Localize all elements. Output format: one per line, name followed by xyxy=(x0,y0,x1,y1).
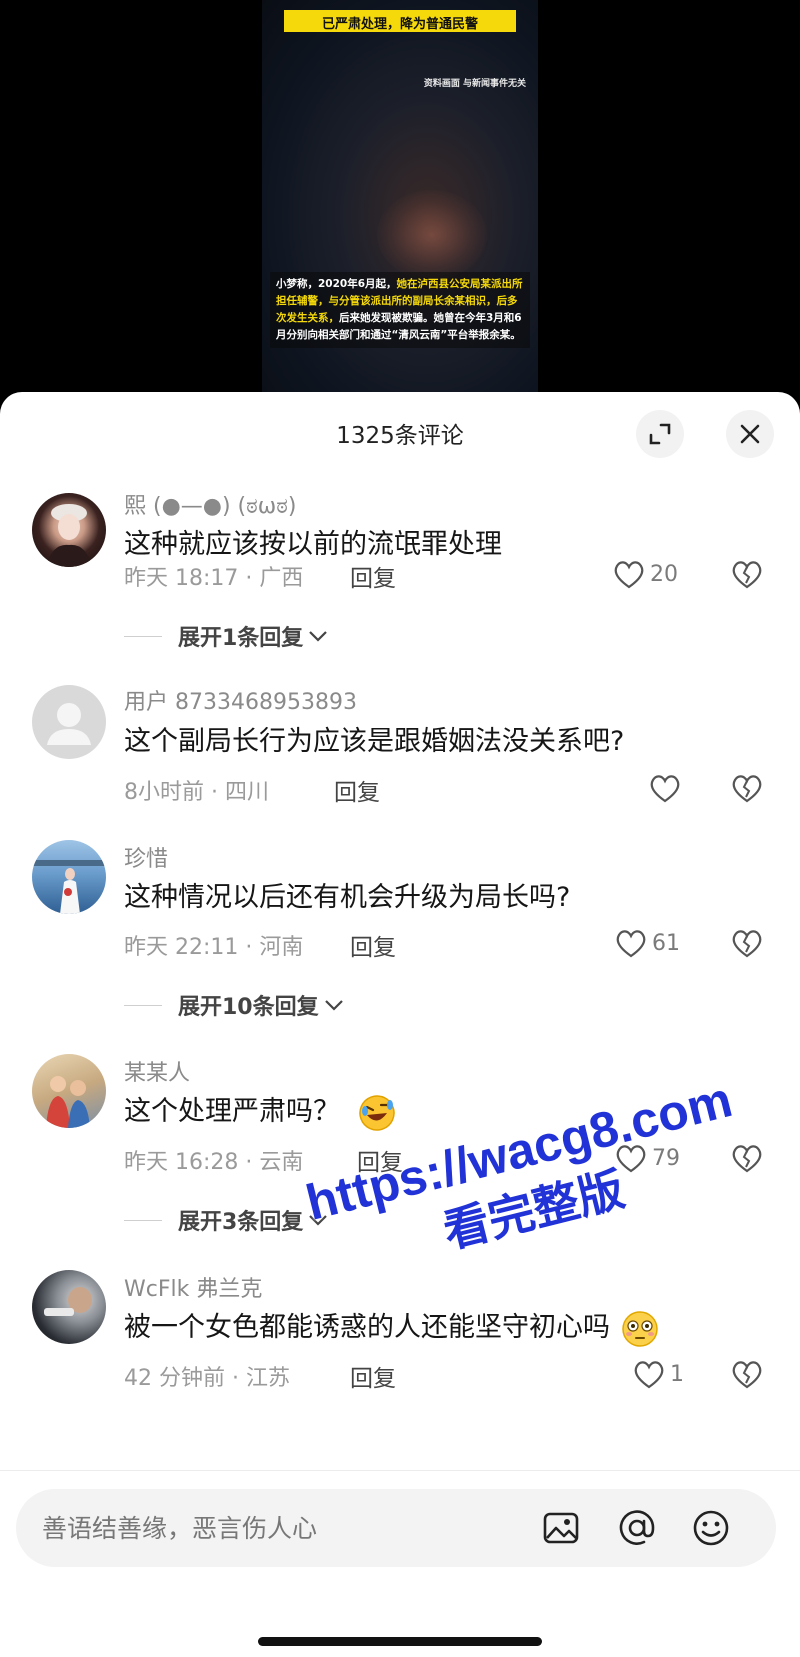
broken-heart-icon xyxy=(732,561,762,589)
comment-username[interactable]: 用户 8733468953893 xyxy=(124,684,357,716)
heart-icon xyxy=(634,1361,664,1389)
video-frame: 已严肃处理，降为普通民警 资料画面 与新闻事件无关 小梦称，2020年6月起，她… xyxy=(262,0,538,392)
video-image xyxy=(377,190,487,280)
chevron-down-icon xyxy=(324,1000,343,1011)
divider xyxy=(124,1219,162,1221)
comment-text: 被一个女色都能诱惑的人还能坚守初心吗 xyxy=(124,1305,659,1348)
video-top-caption: 已严肃处理，降为普通民警 xyxy=(284,10,516,32)
expand-button[interactable] xyxy=(636,410,684,458)
avatar[interactable] xyxy=(32,840,106,914)
expand-replies[interactable]: 展开3条回复 xyxy=(124,1204,329,1236)
expand-replies-label: 展开1条回复 xyxy=(178,626,304,651)
expand-replies[interactable]: 展开1条回复 xyxy=(124,620,329,652)
like-button[interactable]: 79 xyxy=(614,1142,680,1174)
comment-text: 这种就应该按以前的流氓罪处理 xyxy=(124,529,502,560)
comment-text: 这个处理严肃吗？ xyxy=(124,1089,397,1133)
at-icon[interactable] xyxy=(616,1507,658,1549)
heart-icon xyxy=(616,930,646,958)
video-player[interactable]: 已严肃处理，降为普通民警 资料画面 与新闻事件无关 小梦称，2020年6月起，她… xyxy=(0,0,800,400)
reply-button[interactable]: 回复 xyxy=(350,1359,396,1393)
dislike-button[interactable] xyxy=(730,927,764,963)
like-count: 61 xyxy=(652,930,680,956)
chevron-down-icon xyxy=(309,631,328,642)
comment-meta: 8小时前 · 四川 xyxy=(124,780,269,805)
like-count: 20 xyxy=(650,561,678,587)
reply-button[interactable]: 回复 xyxy=(334,773,380,807)
comment-username[interactable]: 熙 (●—●) (ಠωಠ) xyxy=(124,488,296,520)
avatar-image xyxy=(32,860,106,914)
comment-text-body: 被一个女色都能诱惑的人还能坚守初心吗 xyxy=(124,1312,610,1343)
comment-text-body: 这个处理严肃吗？ xyxy=(124,1096,340,1127)
comment-meta: 昨天 22:11 · 河南 xyxy=(124,935,304,960)
sheet-header: 1325条评论 xyxy=(0,392,800,472)
heart-icon xyxy=(614,561,644,589)
like-button[interactable]: 1 xyxy=(632,1358,684,1390)
smiley-icon[interactable] xyxy=(690,1507,732,1549)
like-button[interactable]: 20 xyxy=(612,558,678,590)
avatar[interactable] xyxy=(32,493,106,567)
comment-username[interactable]: 某某人 xyxy=(124,1055,190,1087)
comment-input-bar xyxy=(0,1470,800,1657)
avatar-image xyxy=(46,1076,90,1128)
comment-username[interactable]: 珍惜 xyxy=(124,841,168,873)
comment-username[interactable]: WcFlk 弗兰克 xyxy=(124,1271,262,1303)
flushed-emoji-icon xyxy=(621,1310,658,1347)
expand-icon xyxy=(649,423,671,445)
close-button[interactable] xyxy=(726,410,774,458)
close-icon xyxy=(740,424,760,444)
comment-meta: 昨天 16:28 · 云南 xyxy=(124,1150,304,1175)
avatar[interactable] xyxy=(32,1054,106,1128)
broken-heart-icon xyxy=(732,1145,762,1173)
avatar-image xyxy=(46,504,92,567)
heart-icon xyxy=(616,1145,646,1173)
video-caption: 小梦称，2020年6月起，她在泸西县公安局某派出所担任辅警，与分管该派出所的副局… xyxy=(270,272,530,348)
like-button[interactable] xyxy=(648,772,682,804)
video-disclaimer: 资料画面 与新闻事件无关 xyxy=(423,79,526,89)
dislike-button[interactable] xyxy=(730,772,764,808)
avatar[interactable] xyxy=(32,1270,106,1344)
avatar-image xyxy=(44,1287,92,1316)
comment-sheet: 1325条评论 熙 (●—●) (ಠωಠ) 这种就应该按以前的流氓罪处理 昨天 … xyxy=(0,392,800,1657)
broken-heart-icon xyxy=(732,1361,762,1389)
divider xyxy=(124,635,162,637)
like-count: 1 xyxy=(670,1361,684,1387)
reply-button[interactable]: 回复 xyxy=(357,1143,403,1177)
broken-heart-icon xyxy=(732,775,762,803)
comment-input-container xyxy=(16,1489,776,1567)
like-button[interactable]: 61 xyxy=(614,927,680,959)
comment-input[interactable] xyxy=(42,1489,482,1567)
laughing-emoji-icon xyxy=(358,1094,395,1131)
reply-button[interactable]: 回复 xyxy=(350,928,396,962)
comment-text: 这种情况以后还有机会升级为局长吗? xyxy=(124,882,571,913)
video-caption-text-1: 小梦称，2020年6月起， xyxy=(276,278,397,290)
default-avatar-icon xyxy=(47,703,91,745)
avatar[interactable] xyxy=(32,685,106,759)
expand-replies-label: 展开3条回复 xyxy=(178,1210,304,1235)
like-count: 79 xyxy=(652,1145,680,1171)
expand-replies[interactable]: 展开10条回复 xyxy=(124,989,345,1021)
heart-icon xyxy=(650,775,680,803)
expand-replies-label: 展开10条回复 xyxy=(178,995,319,1020)
comment-meta: 昨天 18:17 · 广西 xyxy=(124,566,304,591)
home-indicator[interactable] xyxy=(258,1637,542,1646)
reply-button[interactable]: 回复 xyxy=(350,559,396,593)
broken-heart-icon xyxy=(732,930,762,958)
chevron-down-icon xyxy=(309,1215,328,1226)
dislike-button[interactable] xyxy=(730,1358,764,1394)
comment-text: 这个副局长行为应该是跟婚姻法没关系吧? xyxy=(124,726,625,757)
dislike-button[interactable] xyxy=(730,558,764,594)
divider xyxy=(124,1004,162,1006)
image-icon[interactable] xyxy=(540,1507,582,1549)
comment-meta: 42 分钟前 · 江苏 xyxy=(124,1366,290,1391)
dislike-button[interactable] xyxy=(730,1142,764,1178)
